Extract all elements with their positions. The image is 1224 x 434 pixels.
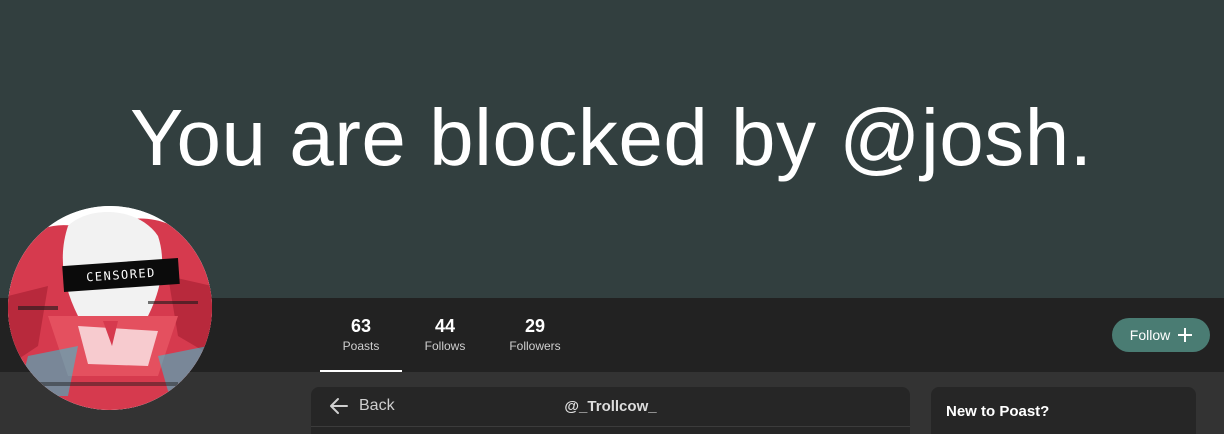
blocked-message: You are blocked by @josh. bbox=[130, 93, 1093, 182]
card-divider bbox=[311, 426, 910, 427]
stat-follows-label: Follows bbox=[424, 339, 466, 353]
timeline-card: Back @_Trollcow_ bbox=[311, 387, 910, 434]
follow-button-label: Follow bbox=[1129, 327, 1171, 343]
signup-card: New to Poast? bbox=[931, 387, 1196, 434]
stat-follows[interactable]: 44 Follows bbox=[410, 298, 480, 372]
signup-card-title: New to Poast? bbox=[946, 403, 1050, 420]
profile-handle-title: @_Trollcow_ bbox=[564, 398, 657, 415]
avatar-artwork bbox=[8, 206, 212, 410]
plus-icon bbox=[1178, 328, 1193, 342]
follow-button[interactable]: Follow bbox=[1112, 318, 1210, 352]
stat-poasts-label: Poasts bbox=[342, 339, 380, 353]
stat-poasts[interactable]: 63 Poasts bbox=[320, 298, 402, 372]
avatar[interactable]: CENSORED bbox=[8, 206, 212, 410]
stat-followers-count: 29 bbox=[524, 316, 546, 336]
stat-followers[interactable]: 29 Followers bbox=[500, 298, 570, 372]
stat-poasts-count: 63 bbox=[350, 316, 372, 336]
profile-page: You are blocked by @josh. 63 Poasts 44 F… bbox=[0, 0, 1224, 434]
stat-follows-count: 44 bbox=[434, 316, 456, 336]
stat-followers-label: Followers bbox=[509, 339, 561, 353]
